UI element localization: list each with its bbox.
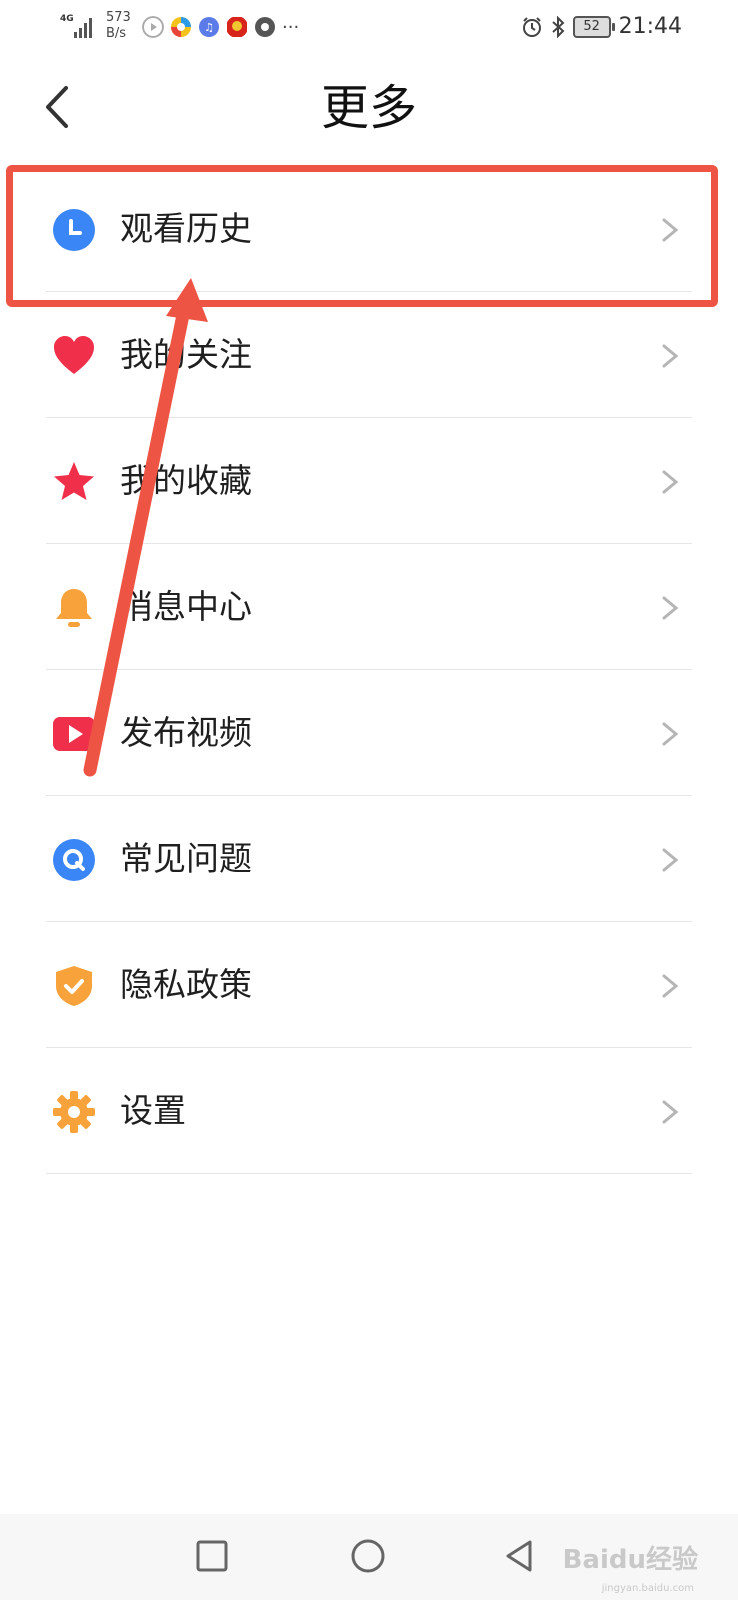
heart-icon xyxy=(54,336,94,374)
chevron-right-icon xyxy=(662,1100,679,1124)
more-notifications: ··· xyxy=(282,16,300,38)
menu-item-settings[interactable]: 设置 xyxy=(0,1048,738,1174)
notification-icons: ♫ ··· xyxy=(142,16,299,38)
play-app-icon xyxy=(142,16,164,38)
menu-list: 观看历史 我的关注 我的收藏 消息中心 发布视频 常见问题 隐私政策 设置 xyxy=(0,166,738,1174)
menu-item-label: 设置 xyxy=(120,1091,186,1130)
alarm-icon xyxy=(522,16,541,37)
page-header: 更多 xyxy=(0,62,738,154)
menu-item-privacy-policy[interactable]: 隐私政策 xyxy=(0,922,738,1048)
chevron-right-icon xyxy=(662,470,679,494)
red-app-icon xyxy=(227,17,247,37)
bluetooth-icon xyxy=(551,15,565,38)
question-icon xyxy=(53,839,95,881)
battery-indicator: 52 xyxy=(572,15,615,38)
menu-item-label: 我的收藏 xyxy=(120,461,252,500)
menu-item-message-center[interactable]: 消息中心 xyxy=(0,544,738,670)
chevron-right-icon xyxy=(662,848,679,872)
chevron-right-icon xyxy=(662,974,679,998)
watermark: Baidu经验 xyxy=(562,1545,698,1575)
gear-icon xyxy=(53,1091,95,1133)
chevron-right-icon xyxy=(662,722,679,746)
menu-item-faq[interactable]: 常见问题 xyxy=(0,796,738,922)
menu-item-publish-video[interactable]: 发布视频 xyxy=(0,670,738,796)
divider xyxy=(46,1173,692,1174)
chevron-right-icon xyxy=(662,344,679,368)
menu-item-label: 我的关注 xyxy=(120,335,252,374)
aperture-app-icon xyxy=(255,17,275,37)
status-bar: 4G 573 B/s ♫ ··· 52 21:44 xyxy=(0,0,738,56)
network-speed: 573 B/s xyxy=(106,10,131,41)
menu-item-favorites[interactable]: 我的收藏 xyxy=(0,418,738,544)
watermark-url: jingyan.baidu.com xyxy=(601,1583,694,1594)
menu-item-following[interactable]: 我的关注 xyxy=(0,292,738,418)
colorful-app-icon xyxy=(171,17,191,37)
menu-item-label: 消息中心 xyxy=(120,587,252,626)
back-nav-button[interactable] xyxy=(498,1534,542,1578)
clock-time: 21:44 xyxy=(618,14,682,39)
menu-item-label: 常见问题 xyxy=(120,839,252,878)
signal-icon xyxy=(74,18,92,38)
annotation-highlight-box xyxy=(6,165,718,307)
menu-item-label: 隐私政策 xyxy=(120,965,252,1004)
video-play-icon xyxy=(53,717,95,751)
chevron-right-icon xyxy=(662,596,679,620)
svg-text:♫: ♫ xyxy=(204,21,214,34)
music-app-icon: ♫ xyxy=(199,17,219,37)
recent-apps-button[interactable] xyxy=(190,1534,234,1578)
bell-icon xyxy=(56,589,92,627)
menu-item-label: 发布视频 xyxy=(120,713,252,752)
system-nav-bar: Baidu经验 jingyan.baidu.com xyxy=(0,1514,738,1600)
home-button[interactable] xyxy=(346,1534,390,1578)
shield-check-icon xyxy=(56,966,92,1006)
page-title: 更多 xyxy=(320,80,417,136)
star-icon xyxy=(54,462,94,500)
